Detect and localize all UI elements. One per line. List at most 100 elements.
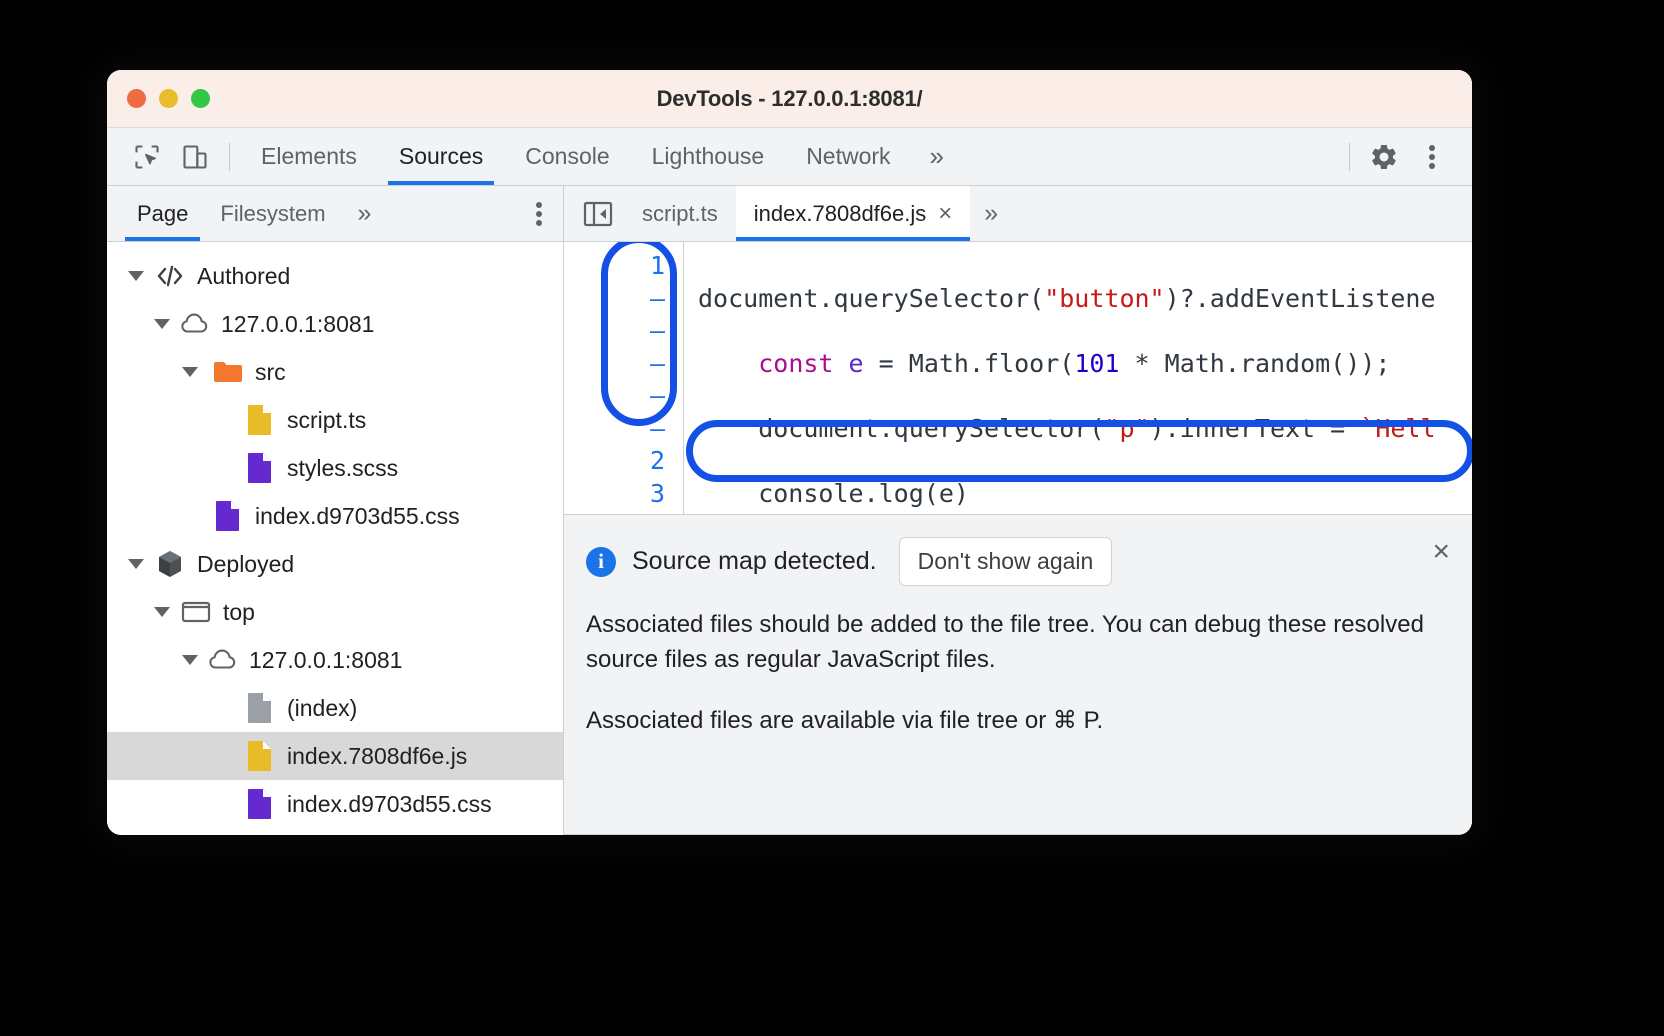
- tree-item-index-css-authored[interactable]: index.d9703d55.css: [107, 492, 563, 540]
- sources-panel-body: Page Filesystem »: [107, 186, 1472, 835]
- banner-paragraph-1: Associated files should be added to the …: [586, 608, 1431, 678]
- inspect-element-icon[interactable]: [123, 133, 171, 181]
- banner-paragraph-2: Associated files are available via file …: [586, 704, 1431, 739]
- source-map-banner: i Source map detected. Don't show again …: [564, 515, 1472, 835]
- more-editor-tabs-chevron-icon[interactable]: »: [970, 186, 1012, 241]
- tree-item-label: 127.0.0.1:8081: [221, 311, 374, 338]
- tab-label: Lighthouse: [652, 143, 765, 170]
- tree-item-top[interactable]: top: [107, 588, 563, 636]
- more-tabs-label: »: [930, 141, 944, 172]
- kebab-menu-icon[interactable]: [1408, 133, 1456, 181]
- code-line: console.log(e): [698, 478, 1472, 511]
- banner-header: i Source map detected. Don't show again: [586, 537, 1444, 586]
- zoom-window-button[interactable]: [191, 89, 210, 108]
- line-number: –: [564, 413, 665, 446]
- close-window-button[interactable]: [127, 89, 146, 108]
- tree-item-host-deployed[interactable]: 127.0.0.1:8081: [107, 636, 563, 684]
- panel-tabs: Elements Sources Console Lighthouse Netw…: [240, 128, 962, 185]
- tree-item-deployed[interactable]: Deployed: [107, 540, 563, 588]
- chevron-down-icon[interactable]: [125, 265, 147, 287]
- tab-elements[interactable]: Elements: [240, 128, 378, 185]
- editor-tab-index-js[interactable]: index.7808df6e.js ×: [736, 186, 970, 241]
- cube-icon: [155, 549, 185, 579]
- nav-tab-page[interactable]: Page: [121, 186, 204, 241]
- frame-icon: [181, 597, 211, 627]
- devtools-toolbar: Elements Sources Console Lighthouse Netw…: [107, 128, 1472, 186]
- navigator-tabbar: Page Filesystem »: [107, 186, 563, 242]
- tab-sources[interactable]: Sources: [378, 128, 504, 185]
- tab-network[interactable]: Network: [785, 128, 911, 185]
- line-number: –: [564, 283, 665, 316]
- close-icon[interactable]: ×: [1432, 537, 1450, 567]
- tree-item-index-css-deployed[interactable]: index.d9703d55.css: [107, 780, 563, 828]
- file-purple-icon: [245, 789, 275, 819]
- file-purple-icon: [245, 453, 275, 483]
- kebab-menu-icon: [535, 200, 543, 228]
- navigator-menu-button[interactable]: [535, 200, 563, 228]
- line-number: 2: [564, 445, 665, 478]
- tab-label: Network: [806, 143, 890, 170]
- code-brackets-icon: [155, 261, 185, 291]
- tab-console[interactable]: Console: [504, 128, 630, 185]
- chevron-down-icon[interactable]: [179, 361, 201, 383]
- more-tabs-chevron-icon[interactable]: »: [912, 128, 962, 185]
- screenshot-root: DevTools - 127.0.0.1:8081/ Elements Sour…: [0, 0, 1664, 1036]
- gear-icon[interactable]: [1360, 133, 1408, 181]
- chevron-down-icon[interactable]: [179, 649, 201, 671]
- line-number: –: [564, 380, 665, 413]
- nav-more-chevron-icon[interactable]: »: [342, 186, 388, 241]
- folder-orange-icon: [213, 357, 243, 387]
- code-line: document.querySelector("p").innerText = …: [698, 413, 1472, 446]
- tree-item-label: script.ts: [287, 407, 366, 434]
- chevron-down-icon[interactable]: [151, 601, 173, 623]
- tree-item-styles-scss[interactable]: styles.scss: [107, 444, 563, 492]
- banner-title: Source map detected.: [632, 547, 877, 576]
- tree-item-label: styles.scss: [287, 455, 398, 482]
- window-titlebar: DevTools - 127.0.0.1:8081/: [107, 70, 1472, 128]
- line-number: 1: [564, 250, 665, 283]
- info-icon: i: [586, 547, 616, 577]
- minimize-window-button[interactable]: [159, 89, 178, 108]
- close-tab-icon[interactable]: ×: [938, 202, 952, 226]
- file-yellow-icon: [245, 405, 275, 435]
- tree-item-host-authored[interactable]: 127.0.0.1:8081: [107, 300, 563, 348]
- more-editor-tabs-label: »: [984, 199, 998, 228]
- code-line: const e = Math.floor(101 * Math.random()…: [698, 348, 1472, 381]
- device-toolbar-icon[interactable]: [171, 133, 219, 181]
- nav-more-label: »: [358, 199, 372, 228]
- tree-item-index-js-selected[interactable]: index.7808df6e.js: [107, 732, 563, 780]
- tab-lighthouse[interactable]: Lighthouse: [631, 128, 786, 185]
- tree-item-label: Deployed: [197, 551, 294, 578]
- editor-tab-script-ts[interactable]: script.ts: [624, 186, 736, 241]
- tree-item-label: index.d9703d55.css: [287, 791, 492, 818]
- file-gray-icon: [245, 693, 275, 723]
- tree-item-authored[interactable]: Authored: [107, 252, 563, 300]
- chevron-down-icon[interactable]: [151, 313, 173, 335]
- dont-show-again-button[interactable]: Don't show again: [899, 537, 1113, 586]
- code-editor[interactable]: 1 – – – – – 2 3 document.querySelector("…: [564, 242, 1472, 515]
- cloud-icon: [179, 309, 209, 339]
- nav-tab-label: Page: [137, 201, 188, 227]
- tree-item-label: index.d9703d55.css: [255, 503, 460, 530]
- tree-item-script-ts[interactable]: script.ts: [107, 396, 563, 444]
- tree-item-index-document[interactable]: (index): [107, 684, 563, 732]
- tree-item-label: index.7808df6e.js: [287, 743, 467, 770]
- line-number-gutter[interactable]: 1 – – – – – 2 3: [564, 242, 684, 514]
- toolbar-divider: [229, 143, 230, 171]
- file-purple-icon: [213, 501, 243, 531]
- code-content[interactable]: document.querySelector("button")?.addEve…: [684, 242, 1472, 514]
- file-tree: Authored 127.0.0.1:8081: [107, 242, 563, 835]
- tree-item-label: 127.0.0.1:8081: [249, 647, 402, 674]
- toolbar-right-actions: [1339, 133, 1472, 181]
- window-title: DevTools - 127.0.0.1:8081/: [107, 86, 1472, 112]
- nav-tab-filesystem[interactable]: Filesystem: [204, 186, 341, 241]
- show-navigator-icon[interactable]: [572, 186, 624, 242]
- editor-tab-label: index.7808df6e.js: [754, 201, 926, 227]
- tree-item-label: src: [255, 359, 286, 386]
- chevron-down-icon[interactable]: [125, 553, 147, 575]
- tab-label: Console: [525, 143, 609, 170]
- tree-item-src[interactable]: src: [107, 348, 563, 396]
- code-line: document.querySelector("button")?.addEve…: [698, 283, 1472, 316]
- tab-label: Elements: [261, 143, 357, 170]
- line-number: –: [564, 348, 665, 381]
